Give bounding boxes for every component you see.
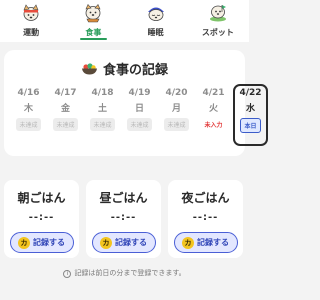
day-status-badge: 未達成	[16, 118, 41, 131]
day-weekday: 土	[97, 104, 107, 114]
tab-meal[interactable]: 食事	[62, 0, 124, 42]
tab-exercise[interactable]: 運動	[0, 0, 62, 42]
record-dinner-button[interactable]: カ 記録する	[173, 232, 238, 253]
coin-icon: カ	[100, 236, 112, 249]
top-tab-bar: 運動 食事 睡眠 スポット	[0, 0, 249, 42]
day-cell[interactable]: 4/18 土 未達成	[85, 84, 120, 146]
meal-time: --:--	[192, 212, 219, 223]
day-date: 4/22	[239, 88, 262, 98]
coin-icon: カ	[18, 236, 30, 249]
day-date: 4/16	[17, 88, 40, 98]
tab-label: 睡眠	[147, 28, 164, 37]
dog-spot-icon	[208, 3, 228, 23]
day-weekday: 金	[60, 104, 70, 114]
day-status-badge: 未達成	[90, 118, 115, 131]
record-lunch-button[interactable]: カ 記録する	[91, 232, 156, 253]
breakfast-card: 朝ごはん --:-- カ 記録する	[4, 180, 79, 258]
day-cell[interactable]: 4/17 金 未達成	[48, 84, 83, 146]
day-date: 4/17	[54, 88, 77, 98]
meal-name: 朝ごはん	[17, 191, 66, 205]
record-button-label: 記録する	[115, 238, 147, 247]
dinner-card: 夜ごはん --:-- カ 記録する	[168, 180, 243, 258]
day-status-badge: 未入力	[204, 122, 223, 129]
coin-icon: カ	[182, 236, 194, 249]
footer-note: i 記録は前日の分まで登録できます。	[0, 268, 249, 278]
dog-exercise-icon	[21, 3, 41, 23]
day-strip: 4/16 木 未達成 4/17 金 未達成 4/18 土 未達成 4/19 日 …	[11, 84, 268, 146]
day-date: 4/20	[165, 88, 188, 98]
meal-record-card: 食事の記録 4/16 木 未達成 4/17 金 未達成 4/18 土 未達成 4…	[4, 50, 268, 156]
today-badge: 本日	[240, 118, 261, 133]
record-breakfast-button[interactable]: カ 記録する	[9, 232, 74, 253]
dog-sleep-icon	[146, 3, 166, 23]
day-weekday: 月	[171, 104, 181, 114]
tab-label: スポット	[201, 28, 234, 37]
day-date: 4/18	[91, 88, 114, 98]
day-cell[interactable]: 4/16 木 未達成	[11, 84, 46, 146]
meal-name: 昼ごはん	[99, 191, 148, 205]
record-title-text: 食事の記録	[102, 63, 168, 78]
tab-spot[interactable]: スポット	[187, 0, 249, 42]
record-button-label: 記録する	[197, 238, 229, 247]
day-weekday: 火	[208, 104, 218, 114]
day-date: 4/21	[202, 88, 225, 98]
day-status-badge: 未達成	[127, 118, 152, 131]
day-status-badge: 未達成	[53, 118, 78, 131]
tab-label: 運動	[23, 28, 40, 37]
day-cell-missing[interactable]: 4/21 火 未入力	[196, 84, 231, 146]
meal-bowl-icon	[81, 63, 98, 75]
day-status-badge: 未達成	[164, 118, 189, 131]
record-title: 食事の記録	[4, 59, 245, 78]
meal-time: --:--	[28, 212, 55, 223]
day-cell-today[interactable]: 4/22 水 本日	[233, 84, 268, 146]
meal-time: --:--	[110, 212, 137, 223]
tab-sleep[interactable]: 睡眠	[125, 0, 187, 42]
info-icon: i	[63, 270, 72, 278]
dog-meal-icon	[83, 3, 103, 23]
lunch-card: 昼ごはん --:-- カ 記録する	[86, 180, 161, 258]
day-weekday: 水	[245, 104, 255, 114]
day-cell[interactable]: 4/19 日 未達成	[122, 84, 157, 146]
day-weekday: 木	[23, 104, 33, 114]
meal-name: 夜ごはん	[181, 191, 230, 205]
day-cell[interactable]: 4/20 月 未達成	[159, 84, 194, 146]
record-button-label: 記録する	[33, 238, 65, 247]
tab-label: 食事	[85, 28, 102, 37]
footer-note-text: 記録は前日の分まで登録できます。	[74, 269, 186, 277]
day-date: 4/19	[128, 88, 151, 98]
meal-cards: 朝ごはん --:-- カ 記録する 昼ごはん --:-- カ 記録する 夜ごはん…	[4, 180, 245, 258]
day-weekday: 日	[134, 104, 144, 114]
